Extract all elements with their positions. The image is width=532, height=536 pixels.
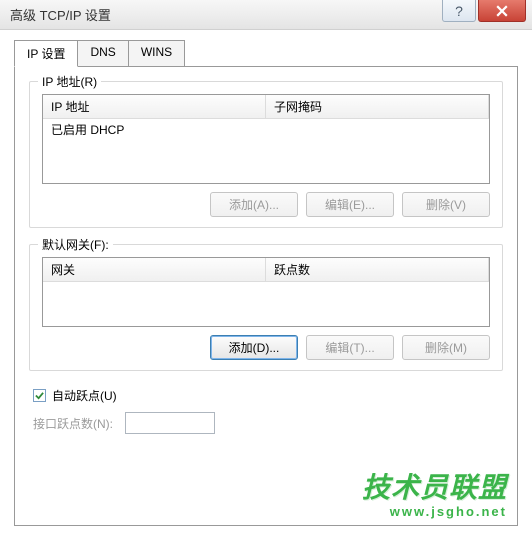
- group-ip-addresses: IP 地址(R) IP 地址 子网掩码 已启用 DHCP 添加(A)... 编辑…: [29, 81, 503, 228]
- tab-label: IP 设置: [27, 47, 65, 61]
- auto-metric-label: 自动跃点(U): [52, 387, 117, 404]
- watermark-text: 技术员联盟: [362, 474, 507, 502]
- tab-panel: IP 地址(R) IP 地址 子网掩码 已启用 DHCP 添加(A)... 编辑…: [14, 66, 518, 526]
- col-gateway[interactable]: 网关: [43, 258, 266, 281]
- help-button[interactable]: ?: [442, 0, 476, 22]
- tab-label: WINS: [141, 45, 172, 59]
- ip-listview[interactable]: IP 地址 子网掩码 已启用 DHCP: [42, 94, 490, 184]
- help-icon: ?: [455, 3, 463, 19]
- button-row: 添加(D)... 编辑(T)... 删除(M): [42, 335, 490, 360]
- delete-ip-button: 删除(V): [402, 192, 490, 217]
- titlebar: 高级 TCP/IP 设置 ?: [0, 0, 532, 30]
- add-ip-button: 添加(A)...: [210, 192, 298, 217]
- tab-wins[interactable]: WINS: [128, 40, 185, 67]
- add-gateway-button[interactable]: 添加(D)...: [210, 335, 298, 360]
- tab-ip-settings[interactable]: IP 设置: [14, 40, 78, 67]
- cell-ip: 已启用 DHCP: [43, 119, 266, 140]
- window-title: 高级 TCP/IP 设置: [10, 5, 111, 24]
- auto-metric-row: 自动跃点(U): [33, 387, 503, 404]
- listview-header: IP 地址 子网掩码: [43, 95, 489, 119]
- interface-metric-input: [125, 412, 215, 434]
- group-default-gateway: 默认网关(F): 网关 跃点数 添加(D)... 编辑(T)... 删除(M): [29, 244, 503, 371]
- col-subnet-mask[interactable]: 子网掩码: [266, 95, 489, 118]
- titlebar-buttons: ?: [442, 0, 532, 24]
- listview-body: 已启用 DHCP: [43, 119, 489, 183]
- gateway-listview[interactable]: 网关 跃点数: [42, 257, 490, 327]
- listview-body: [43, 282, 489, 326]
- close-icon: [496, 5, 508, 17]
- group-title: 默认网关(F):: [38, 236, 113, 253]
- group-title: IP 地址(R): [38, 73, 101, 90]
- watermark: 技术员联盟 www.jsgho.net: [362, 474, 507, 519]
- tab-dns[interactable]: DNS: [77, 40, 128, 67]
- list-item[interactable]: 已启用 DHCP: [43, 119, 489, 140]
- watermark-url: www.jsgho.net: [362, 504, 507, 519]
- edit-gateway-button: 编辑(T)...: [306, 335, 394, 360]
- tabstrip: IP 设置 DNS WINS: [14, 40, 518, 67]
- close-button[interactable]: [478, 0, 526, 22]
- delete-gateway-button: 删除(M): [402, 335, 490, 360]
- cell-mask: [266, 119, 489, 140]
- col-ip-address[interactable]: IP 地址: [43, 95, 266, 118]
- interface-metric-label: 接口跃点数(N):: [33, 415, 113, 432]
- auto-metric-checkbox[interactable]: [33, 389, 46, 402]
- edit-ip-button: 编辑(E)...: [306, 192, 394, 217]
- col-metric[interactable]: 跃点数: [266, 258, 489, 281]
- dialog-body: IP 设置 DNS WINS IP 地址(R) IP 地址 子网掩码 已启用 D…: [0, 30, 532, 536]
- button-row: 添加(A)... 编辑(E)... 删除(V): [42, 192, 490, 217]
- interface-metric-row: 接口跃点数(N):: [33, 412, 503, 434]
- listview-header: 网关 跃点数: [43, 258, 489, 282]
- tab-label: DNS: [90, 45, 115, 59]
